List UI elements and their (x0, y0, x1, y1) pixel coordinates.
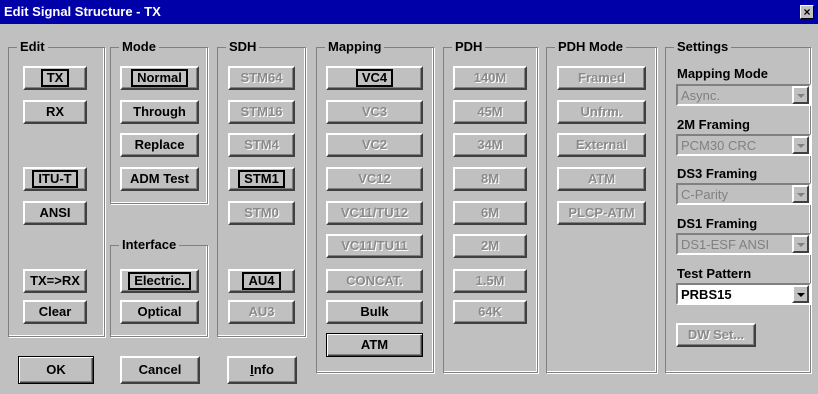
test-pattern-label: Test Pattern (677, 266, 752, 281)
au4-button-label: AU4 (242, 272, 281, 290)
electric-button[interactable]: Electric. (120, 269, 199, 293)
mapping-mode-dropdown-icon[interactable] (792, 86, 809, 104)
dw-set-button[interactable]: DW Set... (676, 323, 756, 347)
atm-mapping-button[interactable]: ATM (326, 333, 423, 357)
settings-group-label: Settings (674, 39, 732, 55)
ds1-framing-dropdown-icon[interactable] (792, 235, 809, 253)
mapping-mode-label: Mapping Mode (677, 66, 768, 81)
stm1-button[interactable]: STM1 (228, 167, 295, 191)
test-pattern-value: PRBS15 (681, 287, 732, 302)
framing-2m-select[interactable]: PCM30 CRC (676, 134, 811, 156)
vc11-tu11-button[interactable]: VC11/TU11 (326, 234, 423, 258)
sdh-group-label: SDH (226, 39, 260, 55)
framing-2m-dropdown-icon[interactable] (792, 136, 809, 154)
ds3-framing-value: C-Parity (681, 187, 728, 202)
ds3-framing-dropdown-icon[interactable] (792, 185, 809, 203)
plcp-atm-button[interactable]: PLCP-ATM (557, 201, 646, 225)
vc2-button[interactable]: VC2 (326, 133, 423, 157)
optical-button[interactable]: Optical (120, 300, 199, 324)
rx-button[interactable]: RX (23, 100, 87, 124)
vc12-button[interactable]: VC12 (326, 167, 423, 191)
ds3-framing-label: DS3 Framing (677, 166, 758, 181)
vc4-button-label: VC4 (355, 69, 394, 87)
tx-to-rx-button[interactable]: TX=>RX (23, 269, 87, 293)
interface-group-label: Interface (119, 237, 180, 253)
ansi-button[interactable]: ANSI (23, 201, 87, 225)
vc11-tu12-button[interactable]: VC11/TU12 (326, 201, 423, 225)
mapping-group-label: Mapping (325, 39, 385, 55)
test-pattern-dropdown-icon[interactable] (792, 285, 809, 303)
normal-button-label: Normal (131, 69, 188, 87)
external-button[interactable]: External (557, 133, 646, 157)
mapping-mode-value: Async. (681, 88, 721, 103)
ds1-framing-label: DS1 Framing (677, 216, 758, 231)
stm1-button-label: STM1 (238, 170, 285, 188)
ds1-framing-select[interactable]: DS1-ESF ANSI (676, 233, 811, 255)
edit-group: Edit (8, 39, 105, 337)
tx-button[interactable]: TX (23, 66, 87, 90)
framing-2m-label: 2M Framing (677, 117, 750, 132)
concat-button[interactable]: CONCAT. (326, 269, 423, 293)
ds3-framing-select[interactable]: C-Parity (676, 183, 811, 205)
electric-button-label: Electric. (128, 272, 191, 290)
pdh-8m-button[interactable]: 8M (453, 167, 527, 191)
stm0-button[interactable]: STM0 (228, 201, 295, 225)
unframed-button[interactable]: Unfrm. (557, 100, 646, 124)
pdh-6m-button[interactable]: 6M (453, 201, 527, 225)
framing-2m-value: PCM30 CRC (681, 138, 757, 153)
pdh-34m-button[interactable]: 34M (453, 133, 527, 157)
cancel-button[interactable]: Cancel (120, 356, 200, 384)
through-button[interactable]: Through (120, 100, 199, 124)
window-title: Edit Signal Structure - TX (4, 4, 161, 19)
pdh-45m-button[interactable]: 45M (453, 100, 527, 124)
info-button-label-rest: nfo (253, 362, 274, 377)
pdh-mode-group-label: PDH Mode (555, 39, 626, 55)
pdh-group-label: PDH (452, 39, 486, 55)
pdh-140m-button[interactable]: 140M (453, 66, 527, 90)
au3-button[interactable]: AU3 (228, 300, 295, 324)
pdh-atm-button[interactable]: ATM (557, 167, 646, 191)
title-bar: Edit Signal Structure - TX × (0, 0, 818, 24)
mode-group-label: Mode (119, 39, 159, 55)
ok-button[interactable]: OK (18, 356, 94, 384)
stm4-button[interactable]: STM4 (228, 133, 295, 157)
pdh-1-5m-button[interactable]: 1.5M (453, 269, 527, 293)
vc3-button[interactable]: VC3 (326, 100, 423, 124)
tx-button-label: TX (40, 69, 70, 87)
sdh-group: SDH (217, 39, 306, 337)
framed-button[interactable]: Framed (557, 66, 646, 90)
replace-button[interactable]: Replace (120, 133, 199, 157)
stm16-button[interactable]: STM16 (228, 100, 295, 124)
ds1-framing-value: DS1-ESF ANSI (681, 237, 770, 252)
au4-button[interactable]: AU4 (228, 269, 295, 293)
info-button[interactable]: Info (227, 356, 297, 384)
pdh-2m-button[interactable]: 2M (453, 234, 527, 258)
stm64-button[interactable]: STM64 (228, 66, 295, 90)
itut-button[interactable]: ITU-T (23, 167, 87, 191)
test-pattern-select[interactable]: PRBS15 (676, 283, 811, 305)
normal-button[interactable]: Normal (120, 66, 199, 90)
close-button[interactable]: × (800, 5, 814, 19)
pdh-64k-button[interactable]: 64K (453, 300, 527, 324)
mapping-mode-select[interactable]: Async. (676, 84, 811, 106)
itut-button-label: ITU-T (32, 170, 78, 188)
adm-test-button[interactable]: ADM Test (120, 167, 199, 191)
edit-group-label: Edit (17, 39, 48, 55)
clear-button[interactable]: Clear (23, 300, 87, 324)
bulk-button[interactable]: Bulk (326, 300, 423, 324)
vc4-button[interactable]: VC4 (326, 66, 423, 90)
